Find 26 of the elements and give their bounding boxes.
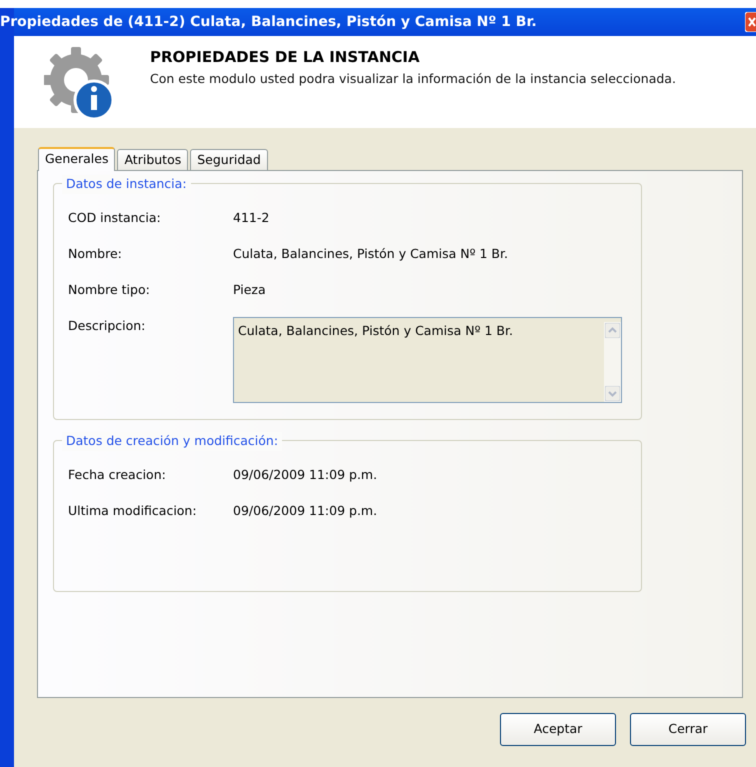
- field-value: 09/06/2009 11:09 p.m.: [233, 466, 378, 484]
- field-label: Nombre:: [68, 245, 123, 263]
- field-label: COD instancia:: [68, 209, 162, 227]
- scroll-down-icon[interactable]: [605, 386, 620, 401]
- window-title: Propiedades de (411-2) Culata, Balancines, Pistón y Camisa Nº 1 Br.: [0, 12, 537, 32]
- field-label: Fecha creacion:: [68, 466, 167, 484]
- header-description: Con este modulo usted podra visualizar la información de la instancia seleccionada.: [150, 70, 677, 88]
- header-title: PROPIEDADES DE LA INSTANCIA: [150, 47, 421, 68]
- field-value: 09/06/2009 11:09 p.m.: [233, 502, 378, 520]
- dialog-button[interactable]: Aceptar: [500, 713, 616, 746]
- tab[interactable]: Generales: [38, 147, 116, 171]
- tab[interactable]: Seguridad: [190, 149, 268, 170]
- group-title: Datos de instancia:: [62, 175, 191, 194]
- field-label: Descripcion:: [68, 317, 146, 335]
- field-value: 411-2: [233, 209, 270, 227]
- scroll-up-icon[interactable]: [605, 323, 620, 338]
- dialog-button[interactable]: Cerrar: [630, 713, 746, 746]
- field-value: Culata, Balancines, Pistón y Camisa Nº 1 Br.: [233, 245, 508, 263]
- group-title: Datos de creación y modificación:: [62, 432, 282, 451]
- scrollbar[interactable]: [604, 322, 621, 402]
- field-label: Ultima modificacion:: [68, 502, 198, 520]
- field-label: Nombre tipo:: [68, 281, 151, 299]
- description-field[interactable]: Culata, Balancines, Pistón y Camisa Nº 1 Br.: [233, 317, 622, 403]
- tab[interactable]: Atributos: [117, 149, 188, 170]
- close-icon[interactable]: [745, 12, 756, 32]
- field-value: Pieza: [233, 281, 266, 299]
